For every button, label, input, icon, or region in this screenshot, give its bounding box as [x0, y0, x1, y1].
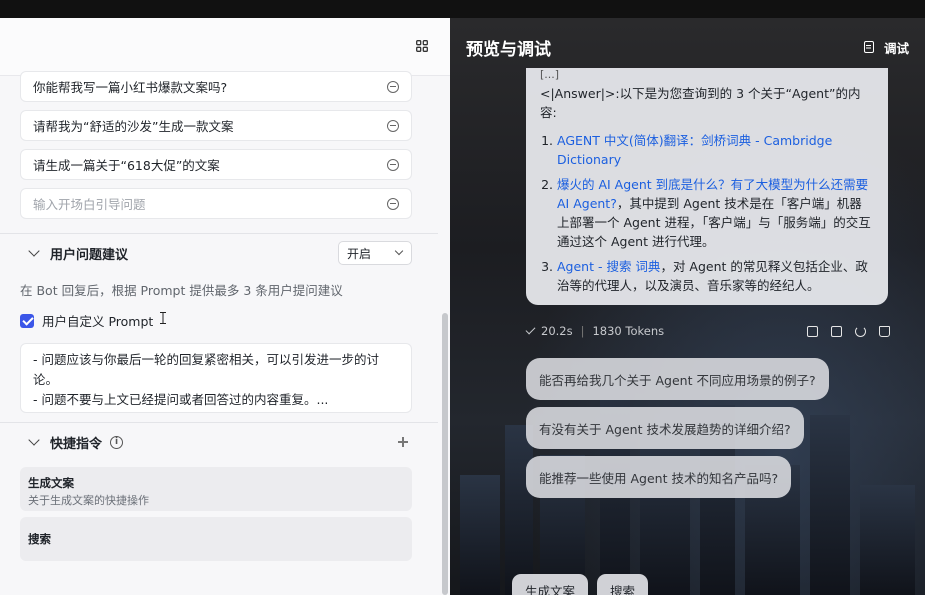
- answer-link[interactable]: Agent - 搜索 词典: [557, 259, 660, 274]
- section-title: 快捷指令: [50, 436, 103, 452]
- chevron-down-icon: [394, 246, 404, 256]
- suggested-question[interactable]: 能否再给我几个关于 Agent 不同应用场景的例子?: [526, 358, 829, 400]
- chevron-down-icon[interactable]: [28, 245, 40, 257]
- prompt-line: - 问题不要与上文已经提问或者回答过的内容重复。...: [33, 392, 329, 407]
- info-icon[interactable]: i: [110, 435, 124, 449]
- opener-question-item[interactable]: 你能帮我写一篇小红书爆款文案吗?: [20, 71, 412, 102]
- token-count: 1830 Tokens: [592, 324, 665, 338]
- opener-question-item[interactable]: 请生成一篇关于“618大促”的文案: [20, 149, 412, 180]
- shortcut-title: 生成文案: [28, 476, 74, 490]
- opener-question-item[interactable]: 请帮我为“舒适的沙发”生成一款文案: [20, 110, 412, 141]
- remove-icon[interactable]: [387, 80, 399, 93]
- scrollbar[interactable]: [442, 313, 448, 595]
- section-title: 用户问题建议: [50, 247, 129, 263]
- answer-list-item: 爆火的 AI Agent 到底是什么？有了大模型为什么还需要 AI Agent?…: [557, 175, 874, 251]
- window-top-strip: [0, 0, 925, 18]
- answer-list: AGENT 中文(简体)翻译：剑桥词典 - Cambridge Dictiona…: [540, 131, 874, 295]
- remove-icon[interactable]: [387, 158, 399, 171]
- opener-question-input[interactable]: 输入开场白引导问题: [20, 188, 412, 219]
- answer-list-item: AGENT 中文(简体)翻译：剑桥词典 - Cambridge Dictiona…: [557, 131, 874, 169]
- answer-link[interactable]: AGENT 中文(简体)翻译：剑桥词典 - Cambridge Dictiona…: [557, 133, 832, 167]
- text-cursor-icon: [160, 312, 166, 324]
- delete-icon[interactable]: [879, 325, 890, 337]
- answer-intro: <|Answer|>:以下是为您查询到的 3 个关于“Agent”的内容:: [540, 86, 861, 120]
- custom-prompt-textarea[interactable]: - 问题应该与你最后一轮的回复紧密相关，可以引发进一步的讨论。 - 问题不要与上…: [20, 343, 412, 413]
- debug-label: 调试: [883, 40, 909, 56]
- opener-question-text: 请帮我为“舒适的沙发”生成一款文案: [33, 119, 234, 134]
- suggestions-hint: 在 Bot 回复后，根据 Prompt 提供最多 3 条用户提问建议: [20, 283, 343, 298]
- suggested-question[interactable]: 有没有关于 Agent 技术发展趋势的详细介绍?: [526, 407, 804, 449]
- opener-question-text: 请生成一篇关于“618大促”的文案: [33, 158, 220, 173]
- bot-settings-panel: 你能帮我写一篇小红书爆款文案吗? 请帮我为“舒适的沙发”生成一款文案 请生成一篇…: [0, 18, 450, 595]
- remove-icon[interactable]: [387, 197, 399, 210]
- shortcut-section-header[interactable]: 快捷指令 i: [20, 423, 412, 461]
- opener-input-placeholder: 输入开场白引导问题: [33, 197, 146, 212]
- suggested-question[interactable]: 能推荐一些使用 Agent 技术的知名产品吗?: [526, 456, 792, 498]
- suggestions-toggle-select[interactable]: 开启: [338, 241, 412, 265]
- bot-answer-bubble: [...] <|Answer|>:以下是为您查询到的 3 个关于“Agent”的…: [526, 68, 888, 305]
- shortcut-title: 搜索: [28, 532, 51, 546]
- custom-prompt-checkbox-row[interactable]: 用户自定义 Prompt: [20, 311, 412, 330]
- suggestions-section-header[interactable]: 用户问题建议 开启: [20, 234, 412, 272]
- answer-list-item: Agent - 搜索 词典，对 Agent 的常见释义包括企业、政治等的代理人，…: [557, 257, 874, 295]
- select-value: 开启: [347, 246, 372, 261]
- shortcut-item[interactable]: 生成文案 关于生成文案的快捷操作: [20, 467, 412, 511]
- custom-prompt-label: 用户自定义 Prompt: [42, 314, 154, 329]
- response-time: 20.2s: [541, 324, 573, 338]
- copy-icon[interactable]: [807, 325, 818, 337]
- prompt-line: - 问题应该与你最后一轮的回复紧密相关，可以引发进一步的讨论。: [33, 352, 379, 387]
- answer-actions: [807, 325, 890, 337]
- debug-button[interactable]: 调试: [863, 38, 909, 57]
- preview-title: 预览与调试: [466, 39, 551, 60]
- refresh-icon[interactable]: [855, 325, 866, 337]
- grid-icon[interactable]: [416, 40, 428, 52]
- custom-prompt-checkbox[interactable]: [20, 313, 34, 328]
- add-shortcut-icon[interactable]: [398, 437, 408, 447]
- shortcut-desc: 关于生成文案的快捷操作: [28, 494, 149, 507]
- shortcut-chip[interactable]: 生成文案: [512, 574, 589, 595]
- settings-toolbar: [0, 18, 450, 76]
- remove-icon[interactable]: [387, 119, 399, 132]
- document-icon[interactable]: [831, 325, 842, 337]
- settings-scroll-area: 你能帮我写一篇小红书爆款文案吗? 请帮我为“舒适的沙发”生成一款文案 请生成一篇…: [0, 71, 438, 595]
- shortcut-chip[interactable]: 搜索: [597, 574, 649, 595]
- opener-question-text: 你能帮我写一篇小红书爆款文案吗?: [33, 80, 228, 95]
- preview-debug-panel: 预览与调试 调试 [...] <|Answer|>:以下是为您查询到的 3 个关…: [450, 18, 925, 595]
- truncated-line: [...]: [540, 68, 560, 81]
- check-icon: [525, 324, 536, 335]
- document-icon: [863, 41, 874, 53]
- answer-meta-bar: 20.2s | 1830 Tokens: [525, 324, 890, 338]
- shortcut-item[interactable]: 搜索: [20, 517, 412, 561]
- chevron-down-icon[interactable]: [28, 434, 40, 446]
